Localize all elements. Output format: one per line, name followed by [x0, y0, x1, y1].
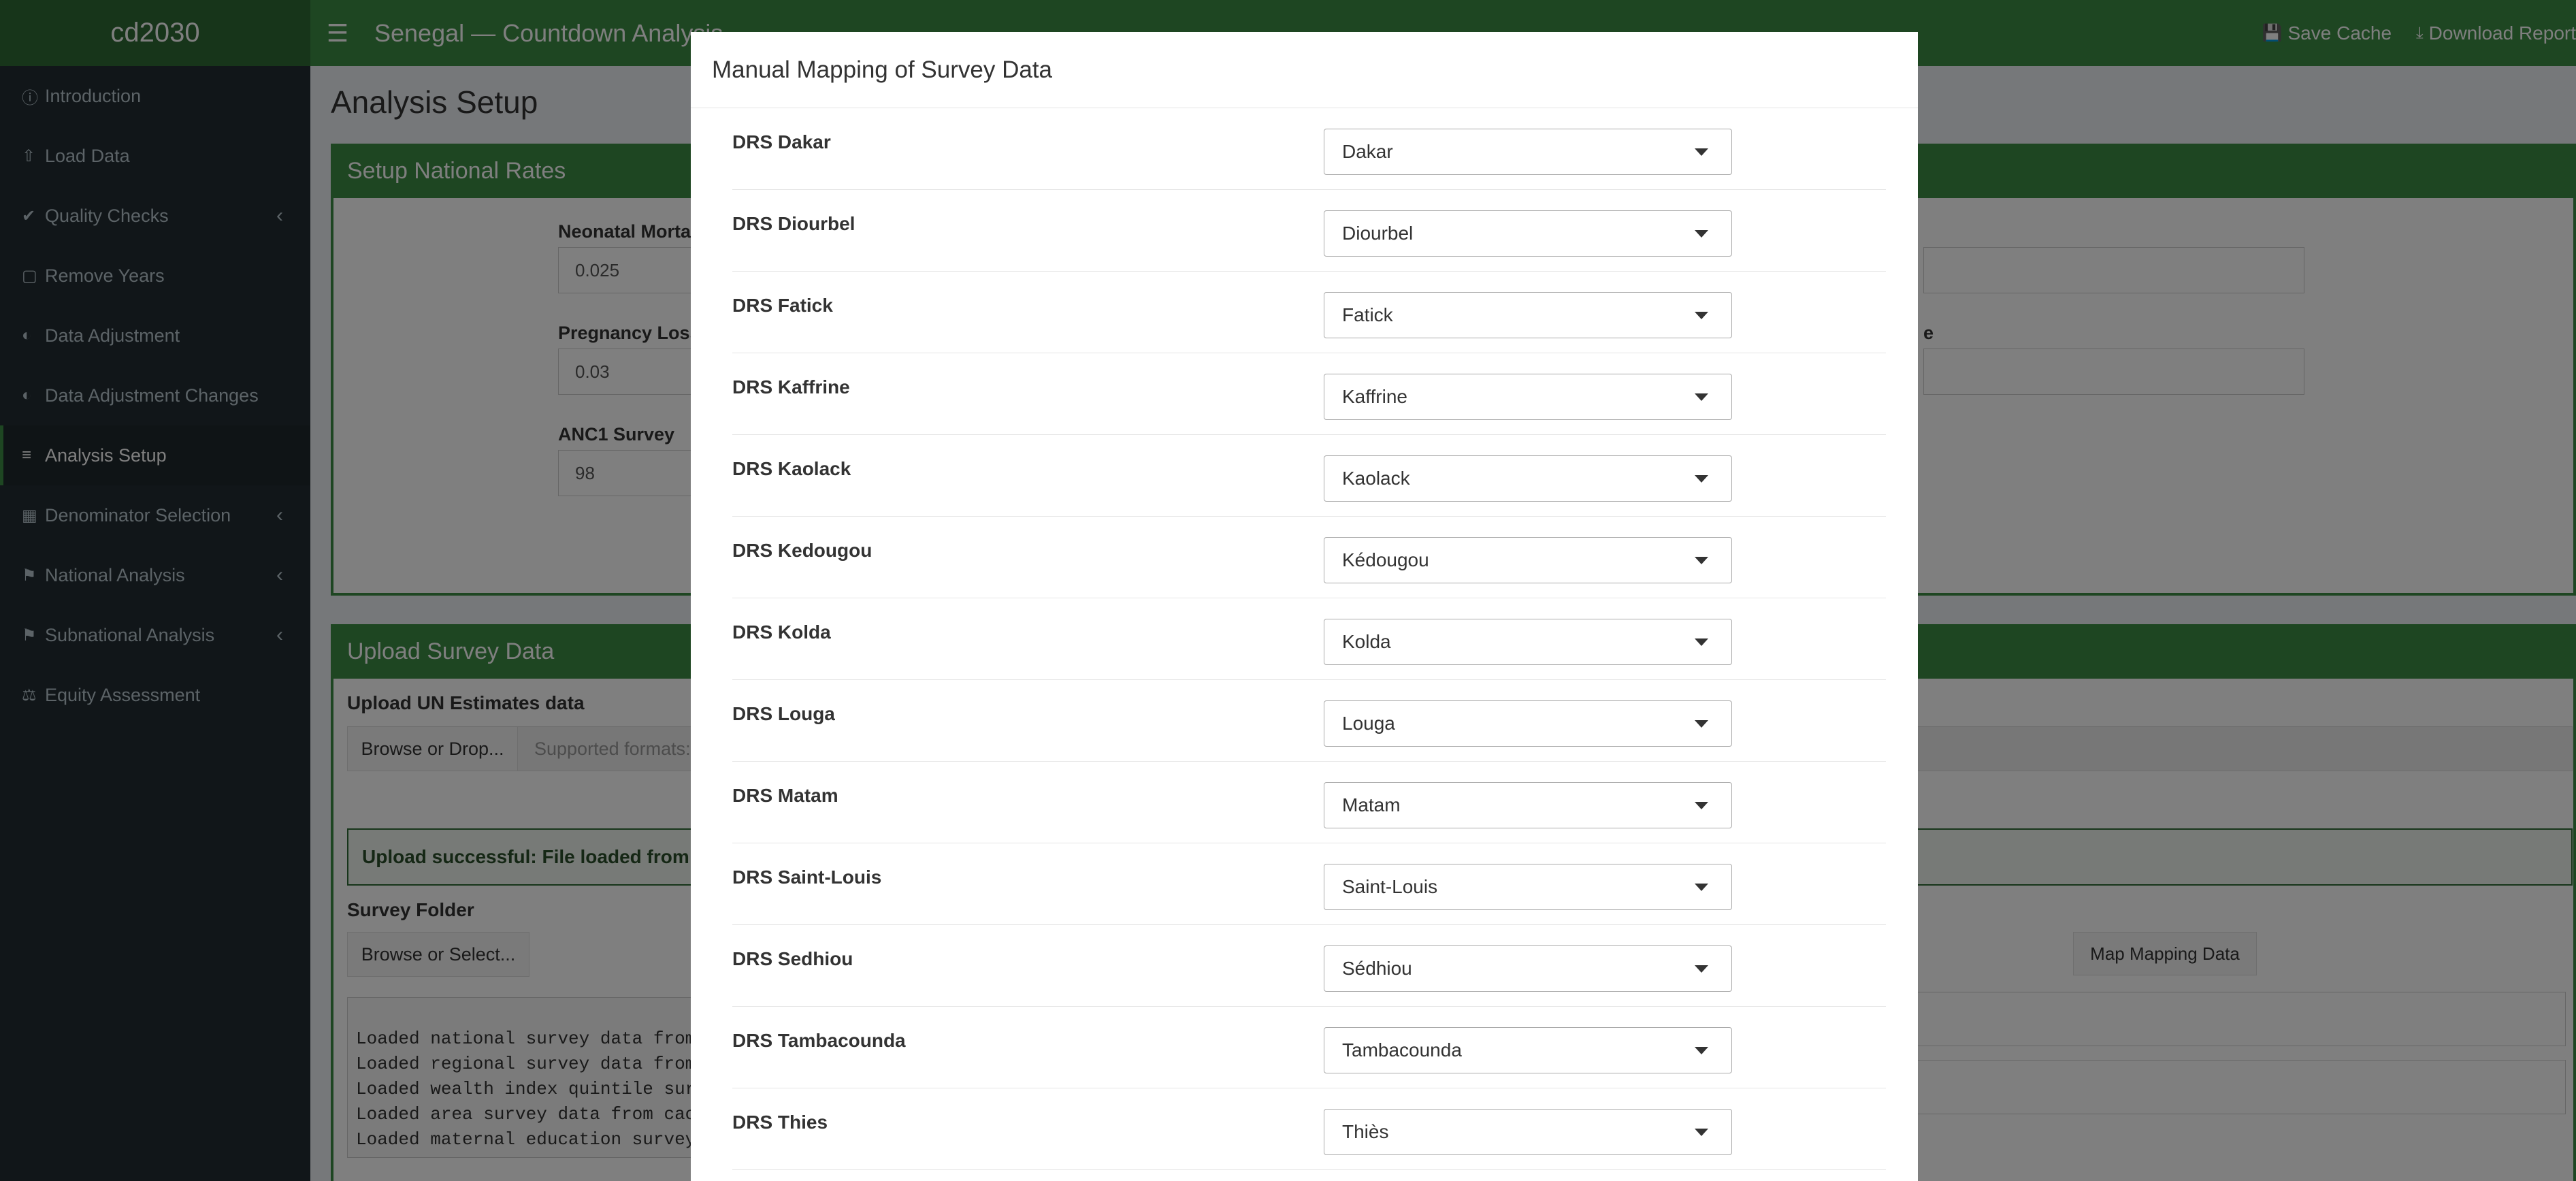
mapping-row: DRS Louga Louga	[732, 680, 1886, 762]
mapping-select[interactable]: Dakar	[1324, 129, 1732, 175]
mapping-select[interactable]: Kaolack	[1324, 455, 1732, 502]
mapping-select-value: Sédhiou	[1342, 958, 1412, 979]
caret-down-icon	[1695, 965, 1708, 973]
mapping-row: DRS Thies Thiès	[732, 1088, 1886, 1170]
caret-down-icon	[1695, 148, 1708, 156]
mapping-row-label: DRS Matam	[732, 785, 838, 806]
mapping-select-value: Kaffrine	[1342, 386, 1407, 407]
caret-down-icon	[1695, 802, 1708, 809]
mapping-row: DRS Dakar Dakar	[732, 108, 1886, 190]
mapping-select[interactable]: Kédougou	[1324, 537, 1732, 583]
caret-down-icon	[1695, 312, 1708, 319]
manual-mapping-modal: Manual Mapping of Survey Data DRS Dakar D…	[691, 32, 1918, 1181]
mapping-row: DRS Tambacounda Tambacounda	[732, 1007, 1886, 1088]
mapping-row-label: DRS Thies	[732, 1112, 828, 1133]
mapping-select[interactable]: Sédhiou	[1324, 945, 1732, 992]
mapping-row-label: DRS Louga	[732, 703, 835, 724]
mapping-row: DRS Fatick Fatick	[732, 272, 1886, 353]
mapping-select[interactable]: Tambacounda	[1324, 1027, 1732, 1073]
caret-down-icon	[1695, 230, 1708, 238]
mapping-list: DRS Dakar Dakar DRS Diourbel Diourbel DRS …	[732, 108, 1886, 1170]
mapping-select-value: Kolda	[1342, 631, 1391, 652]
mapping-row-label: DRS Kedougou	[732, 540, 873, 561]
mapping-select-value: Fatick	[1342, 304, 1393, 325]
mapping-row-label: DRS Dakar	[732, 131, 831, 152]
mapping-select[interactable]: Thiès	[1324, 1109, 1732, 1155]
mapping-select[interactable]: Matam	[1324, 782, 1732, 828]
caret-down-icon	[1695, 884, 1708, 891]
mapping-select-value: Saint-Louis	[1342, 876, 1438, 897]
mapping-select[interactable]: Fatick	[1324, 292, 1732, 338]
mapping-row-label: DRS Tambacounda	[732, 1030, 906, 1051]
mapping-select-value: Louga	[1342, 713, 1395, 734]
mapping-row-label: DRS Kolda	[732, 621, 831, 643]
mapping-row-label: DRS Diourbel	[732, 213, 855, 234]
mapping-row: DRS Kaffrine Kaffrine	[732, 353, 1886, 435]
mapping-select-value: Kaolack	[1342, 468, 1410, 489]
mapping-select[interactable]: Louga	[1324, 700, 1732, 747]
mapping-select-value: Diourbel	[1342, 223, 1414, 244]
mapping-select-value: Matam	[1342, 794, 1401, 815]
caret-down-icon	[1695, 1129, 1708, 1136]
mapping-row: DRS Kolda Kolda	[732, 598, 1886, 680]
mapping-row: DRS Kaolack Kaolack	[732, 435, 1886, 517]
caret-down-icon	[1695, 557, 1708, 564]
mapping-select-value: Kédougou	[1342, 549, 1429, 570]
caret-down-icon	[1695, 393, 1708, 401]
mapping-select-value: Tambacounda	[1342, 1039, 1462, 1061]
mapping-select-value: Thiès	[1342, 1121, 1389, 1142]
mapping-row-label: DRS Saint-Louis	[732, 867, 882, 888]
mapping-select[interactable]: Saint-Louis	[1324, 864, 1732, 910]
mapping-row: DRS Matam Matam	[732, 762, 1886, 843]
caret-down-icon	[1695, 1047, 1708, 1054]
mapping-select[interactable]: Diourbel	[1324, 210, 1732, 257]
mapping-row: DRS Diourbel Diourbel	[732, 190, 1886, 272]
mapping-select[interactable]: Kaffrine	[1324, 374, 1732, 420]
mapping-row-label: DRS Kaffrine	[732, 376, 850, 398]
caret-down-icon	[1695, 720, 1708, 728]
mapping-row-label: DRS Kaolack	[732, 458, 851, 479]
mapping-row: DRS Saint-Louis Saint-Louis	[732, 843, 1886, 925]
mapping-row: DRS Sedhiou Sédhiou	[732, 925, 1886, 1007]
mapping-row: DRS Kedougou Kédougou	[732, 517, 1886, 598]
mapping-row-label: DRS Fatick	[732, 295, 833, 316]
caret-down-icon	[1695, 475, 1708, 483]
mapping-row-label: DRS Sedhiou	[732, 948, 853, 969]
mapping-select[interactable]: Kolda	[1324, 619, 1732, 665]
mapping-select-value: Dakar	[1342, 141, 1393, 162]
modal-title: Manual Mapping of Survey Data	[691, 32, 1918, 108]
caret-down-icon	[1695, 638, 1708, 646]
